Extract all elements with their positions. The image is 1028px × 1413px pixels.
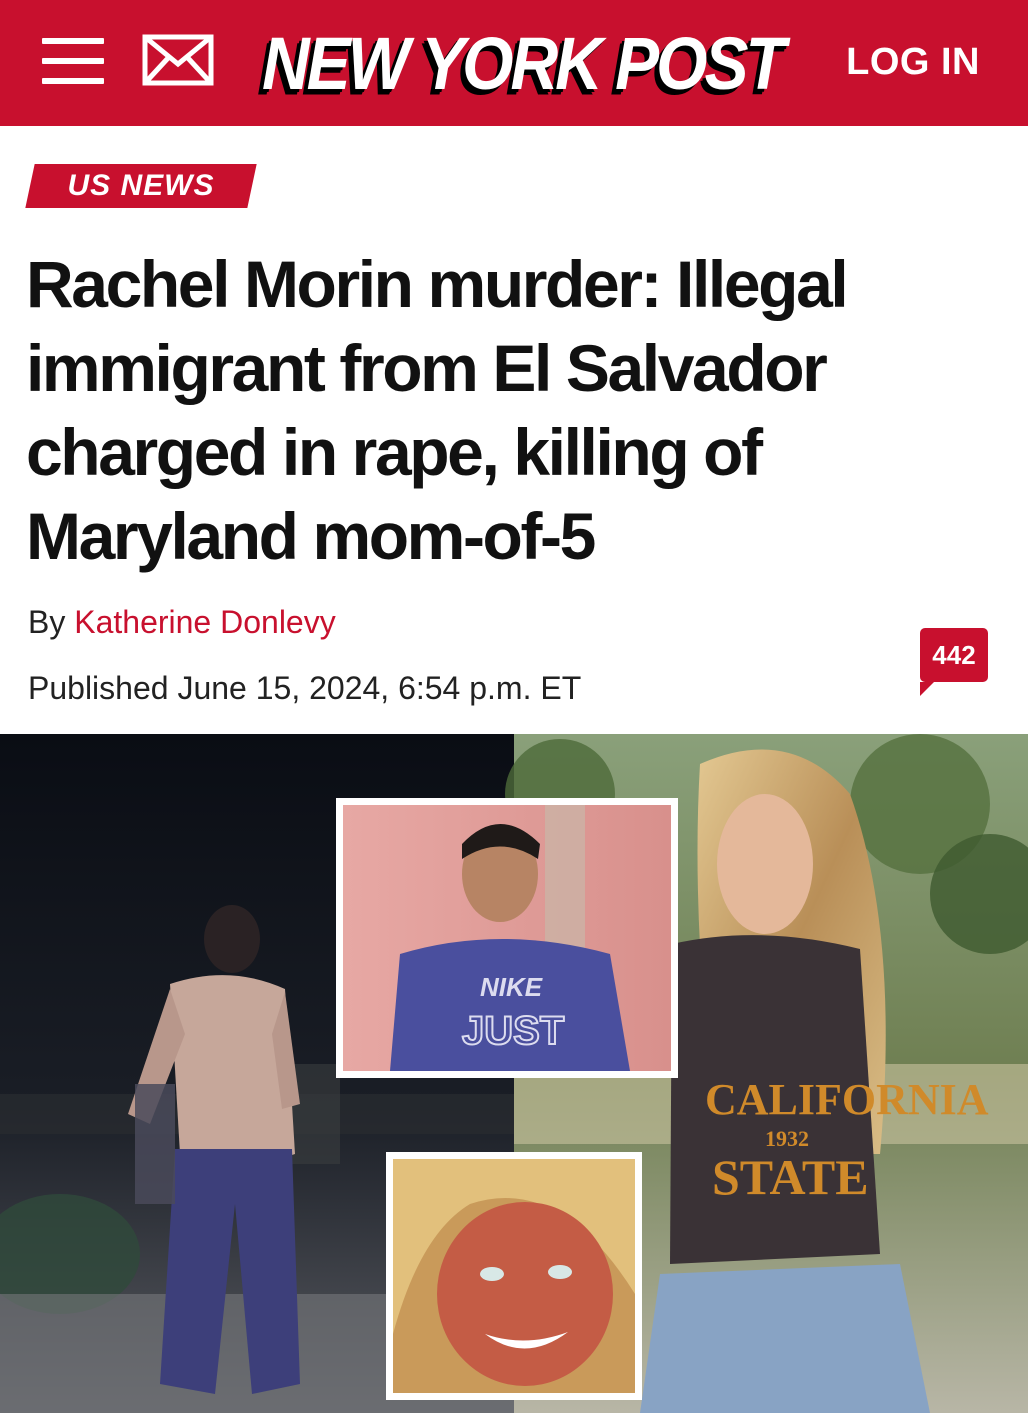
inset-photo-man: NIKE JUST <box>336 798 678 1078</box>
shirt-text-1932: 1932 <box>765 1126 809 1151</box>
site-logo[interactable]: NEW YORK POST <box>262 13 786 114</box>
shirt-text-just: JUST <box>462 1009 564 1053</box>
hamburger-menu-icon[interactable] <box>42 36 104 86</box>
author-link[interactable]: Katherine Donlevy <box>74 604 335 640</box>
byline: By Katherine Donlevy <box>28 604 336 641</box>
inset-photo-woman <box>386 1152 642 1400</box>
section-tag[interactable]: US NEWS <box>25 164 257 208</box>
shirt-text-nike: NIKE <box>480 972 543 1002</box>
login-button[interactable]: LOG IN <box>846 40 980 84</box>
photo-collage: CALIFORNIA 1932 STATE NIKE JUST <box>0 734 1028 1413</box>
site-header: NEW YORK POST LOG IN <box>0 0 1028 126</box>
byline-prefix: By <box>28 604 66 640</box>
comment-count-button[interactable]: 442 <box>920 628 988 696</box>
article-headline: Rachel Morin murder: Illegal immigrant f… <box>26 247 849 573</box>
published-date: Published June 15, 2024, 6:54 p.m. ET <box>28 670 582 706</box>
shirt-text-state: STATE <box>712 1149 869 1205</box>
shirt-text-california: CALIFORNIA <box>705 1075 989 1124</box>
envelope-icon[interactable] <box>142 34 214 86</box>
article-hero-image[interactable]: CALIFORNIA 1932 STATE NIKE JUST <box>0 734 1028 1413</box>
section-tag-label: US NEWS <box>67 169 215 202</box>
